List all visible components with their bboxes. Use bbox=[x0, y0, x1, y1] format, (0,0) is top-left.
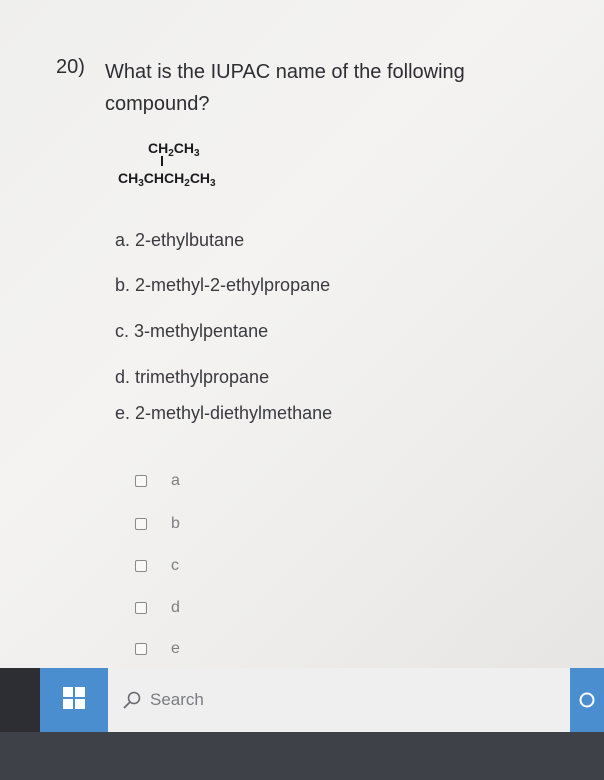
option-c-text: c. 3-methylpentane bbox=[115, 321, 269, 341]
checkbox-d[interactable] bbox=[135, 602, 147, 614]
checkbox-c[interactable] bbox=[135, 560, 147, 572]
taskbar-search-box[interactable]: Search bbox=[108, 668, 570, 732]
windows-logo-icon bbox=[63, 686, 85, 714]
question-number: 20) bbox=[56, 56, 85, 78]
quiz-screen: 20) What is the IUPAC name of the follow… bbox=[0, 0, 604, 668]
search-placeholder: Search bbox=[150, 690, 204, 709]
search-icon bbox=[122, 690, 142, 710]
choice-b-label: b bbox=[171, 515, 180, 532]
option-b-text: b. 2-methyl-2-ethylpropane bbox=[115, 275, 331, 295]
choice-b[interactable]: b bbox=[135, 515, 180, 533]
choice-c[interactable]: c bbox=[135, 557, 179, 575]
formula-branch: CH2CH3 bbox=[148, 140, 200, 159]
cortana-button[interactable] bbox=[570, 668, 604, 732]
formula-chain: CH3CHCH2CH3 bbox=[118, 170, 216, 189]
choice-a-label: a bbox=[171, 472, 180, 489]
choice-d-label: d bbox=[171, 599, 180, 616]
formula-bond bbox=[161, 156, 163, 166]
choice-d[interactable]: d bbox=[135, 599, 180, 617]
taskbar: Search bbox=[0, 668, 604, 732]
cortana-ring-icon bbox=[578, 691, 596, 709]
choice-e-label: e bbox=[171, 640, 180, 657]
question-text: What is the IUPAC name of the following … bbox=[105, 61, 465, 115]
checkbox-b[interactable] bbox=[135, 518, 147, 530]
checkbox-e[interactable] bbox=[135, 643, 147, 655]
option-a-text: a. 2-ethylbutane bbox=[115, 230, 245, 250]
choice-e[interactable]: e bbox=[135, 640, 180, 658]
choice-a[interactable]: a bbox=[135, 472, 180, 490]
checkbox-a[interactable] bbox=[135, 475, 147, 487]
choice-c-label: c bbox=[171, 557, 179, 574]
option-e-text: e. 2-methyl-diethylmethane bbox=[115, 403, 333, 423]
start-button[interactable] bbox=[40, 668, 108, 732]
option-d-text: d. trimethylpropane bbox=[115, 367, 270, 387]
